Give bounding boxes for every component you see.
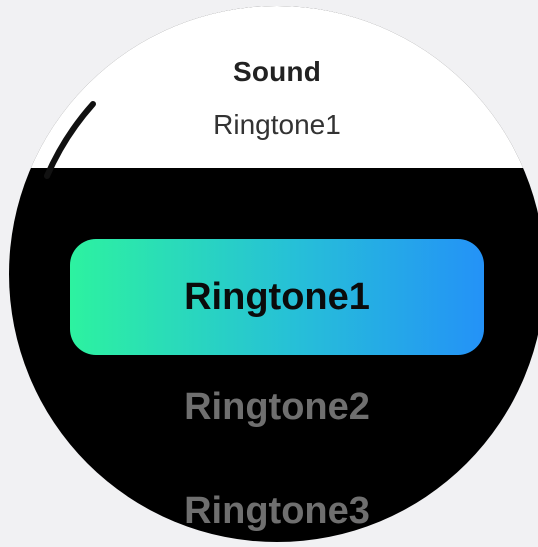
ringtone-item-3[interactable]: Ringtone3: [70, 453, 484, 542]
ringtone-label: Ringtone2: [184, 385, 370, 428]
ringtone-label: Ringtone1: [184, 275, 370, 318]
ringtone-label: Ringtone3: [184, 489, 370, 532]
ringtone-item-2[interactable]: Ringtone2: [70, 349, 484, 465]
watch-screen: Sound Ringtone1 Ringtone1 Ringtone2 Ring…: [9, 6, 538, 542]
ringtone-item-1[interactable]: Ringtone1: [70, 239, 484, 355]
ringtone-list[interactable]: Ringtone1 Ringtone2 Ringtone3: [9, 6, 538, 542]
